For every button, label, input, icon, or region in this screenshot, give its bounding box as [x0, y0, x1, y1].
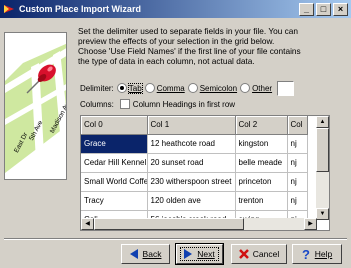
radio-indicator[interactable] — [240, 83, 251, 93]
grid-cell[interactable]: nj — [287, 191, 308, 211]
grid-cell[interactable]: 20 sunset road — [147, 153, 236, 173]
delimiter-option-label: Other — [252, 83, 273, 93]
close-button[interactable]: × — [333, 2, 348, 16]
delimiter-option-label: Tab — [127, 82, 143, 94]
grid-row[interactable]: Small World Coffee 230 witherspoon stree… — [81, 172, 308, 192]
grid-row[interactable]: Tracy 120 olden ave trenton nj — [81, 191, 308, 211]
column-headings-label[interactable]: Column Headings in first row — [133, 100, 235, 109]
grid-column-header[interactable]: Col 0 — [81, 116, 148, 135]
delimiter-semicolon-radio[interactable]: Semicolon — [187, 83, 238, 93]
cancel-button[interactable]: Cancel — [231, 244, 287, 264]
title-bar: Custom Place Import Wizard _ □ × — [0, 0, 351, 18]
back-button-label: Back — [142, 249, 162, 259]
grid-cell[interactable]: 230 witherspoon street — [147, 172, 236, 192]
grid-header-row: Col 0 Col 1 Col 2 Col — [81, 116, 308, 135]
grid-row[interactable]: Cedar Hill Kennel 20 sunset road belle m… — [81, 153, 308, 173]
preview-grid[interactable]: Col 0 Col 1 Col 2 Col Grace 12 heathcote… — [80, 115, 330, 231]
other-delimiter-input[interactable] — [277, 80, 295, 96]
button-separator — [4, 238, 347, 240]
arrow-right-icon — [184, 249, 193, 259]
help-button[interactable]: ? Help — [292, 244, 342, 264]
grid-cell[interactable]: nj — [287, 134, 308, 154]
maximize-button[interactable]: □ — [316, 2, 331, 16]
grid-column-header[interactable]: Col — [287, 116, 308, 135]
question-mark-icon: ? — [302, 248, 310, 260]
delimiter-option-label: Semicolon — [199, 83, 238, 93]
map-illustration: East Dr 5th Ave Madison Ave — [4, 32, 67, 180]
scroll-up-arrow-icon[interactable]: ▲ — [316, 116, 329, 128]
grid-row[interactable]: Grace 12 heathcote road kingston nj — [81, 134, 308, 154]
grid-column-header[interactable]: Col 2 — [235, 116, 288, 135]
delimiter-tab-radio[interactable]: Tab — [116, 82, 143, 94]
svg-text:?: ? — [302, 248, 310, 260]
grid-column-header[interactable]: Col 1 — [147, 116, 236, 135]
wizard-app-icon — [4, 5, 14, 13]
radio-indicator[interactable] — [144, 83, 155, 93]
grid-cell[interactable]: Cedar Hill Kennel — [81, 153, 148, 173]
next-button[interactable]: Next — [175, 243, 224, 265]
horizontal-scroll-thumb[interactable] — [94, 218, 244, 230]
help-button-label: Help — [314, 249, 333, 259]
delimiter-comma-radio[interactable]: Comma — [144, 83, 185, 93]
radio-indicator[interactable] — [116, 83, 127, 93]
grid-cell[interactable]: 120 olden ave — [147, 191, 236, 211]
grid-cell[interactable]: Grace — [81, 134, 148, 154]
grid-cell[interactable]: kingston — [235, 134, 288, 154]
instructions-text: Set the delimiter used to separate field… — [78, 26, 301, 66]
radio-indicator[interactable] — [187, 83, 198, 93]
columns-label: Columns: — [80, 99, 114, 109]
grid-cell[interactable]: trenton — [235, 191, 288, 211]
vertical-scrollbar[interactable]: ▲ ▼ — [316, 116, 329, 220]
horizontal-scrollbar[interactable]: ◀ ▶ — [81, 218, 317, 230]
delimiter-label: Delimiter: — [80, 83, 114, 93]
window-title: Custom Place Import Wizard — [19, 4, 141, 14]
scroll-left-arrow-icon[interactable]: ◀ — [81, 218, 94, 230]
grid-cell[interactable]: belle meade — [235, 153, 288, 173]
columns-row: Columns: Column Headings in first row — [80, 98, 235, 110]
cancel-button-label: Cancel — [252, 249, 280, 259]
red-x-icon — [238, 249, 249, 259]
delimiter-row: Delimiter: Tab Comma Semicolon Other — [80, 80, 295, 96]
grid-cell[interactable]: princeton — [235, 172, 288, 192]
delimiter-option-label: Comma — [156, 83, 185, 93]
back-button[interactable]: Back — [121, 244, 170, 264]
next-button-label: Next — [197, 249, 215, 259]
column-headings-checkbox[interactable] — [119, 99, 130, 109]
grid-cell[interactable]: nj — [287, 153, 308, 173]
scroll-down-arrow-icon[interactable]: ▼ — [316, 208, 329, 220]
grid-cell[interactable]: 12 heathcote road — [147, 134, 236, 154]
vertical-scroll-thumb[interactable] — [316, 128, 329, 172]
scroll-right-arrow-icon[interactable]: ▶ — [304, 218, 317, 230]
delimiter-other-radio[interactable]: Other — [240, 83, 272, 93]
grid-cell[interactable]: Tracy — [81, 191, 148, 211]
grid-cell[interactable]: nj — [287, 172, 308, 192]
arrow-left-icon — [129, 249, 138, 259]
grid-cell[interactable]: Small World Coffee — [81, 172, 148, 192]
minimize-button[interactable]: _ — [299, 2, 314, 16]
